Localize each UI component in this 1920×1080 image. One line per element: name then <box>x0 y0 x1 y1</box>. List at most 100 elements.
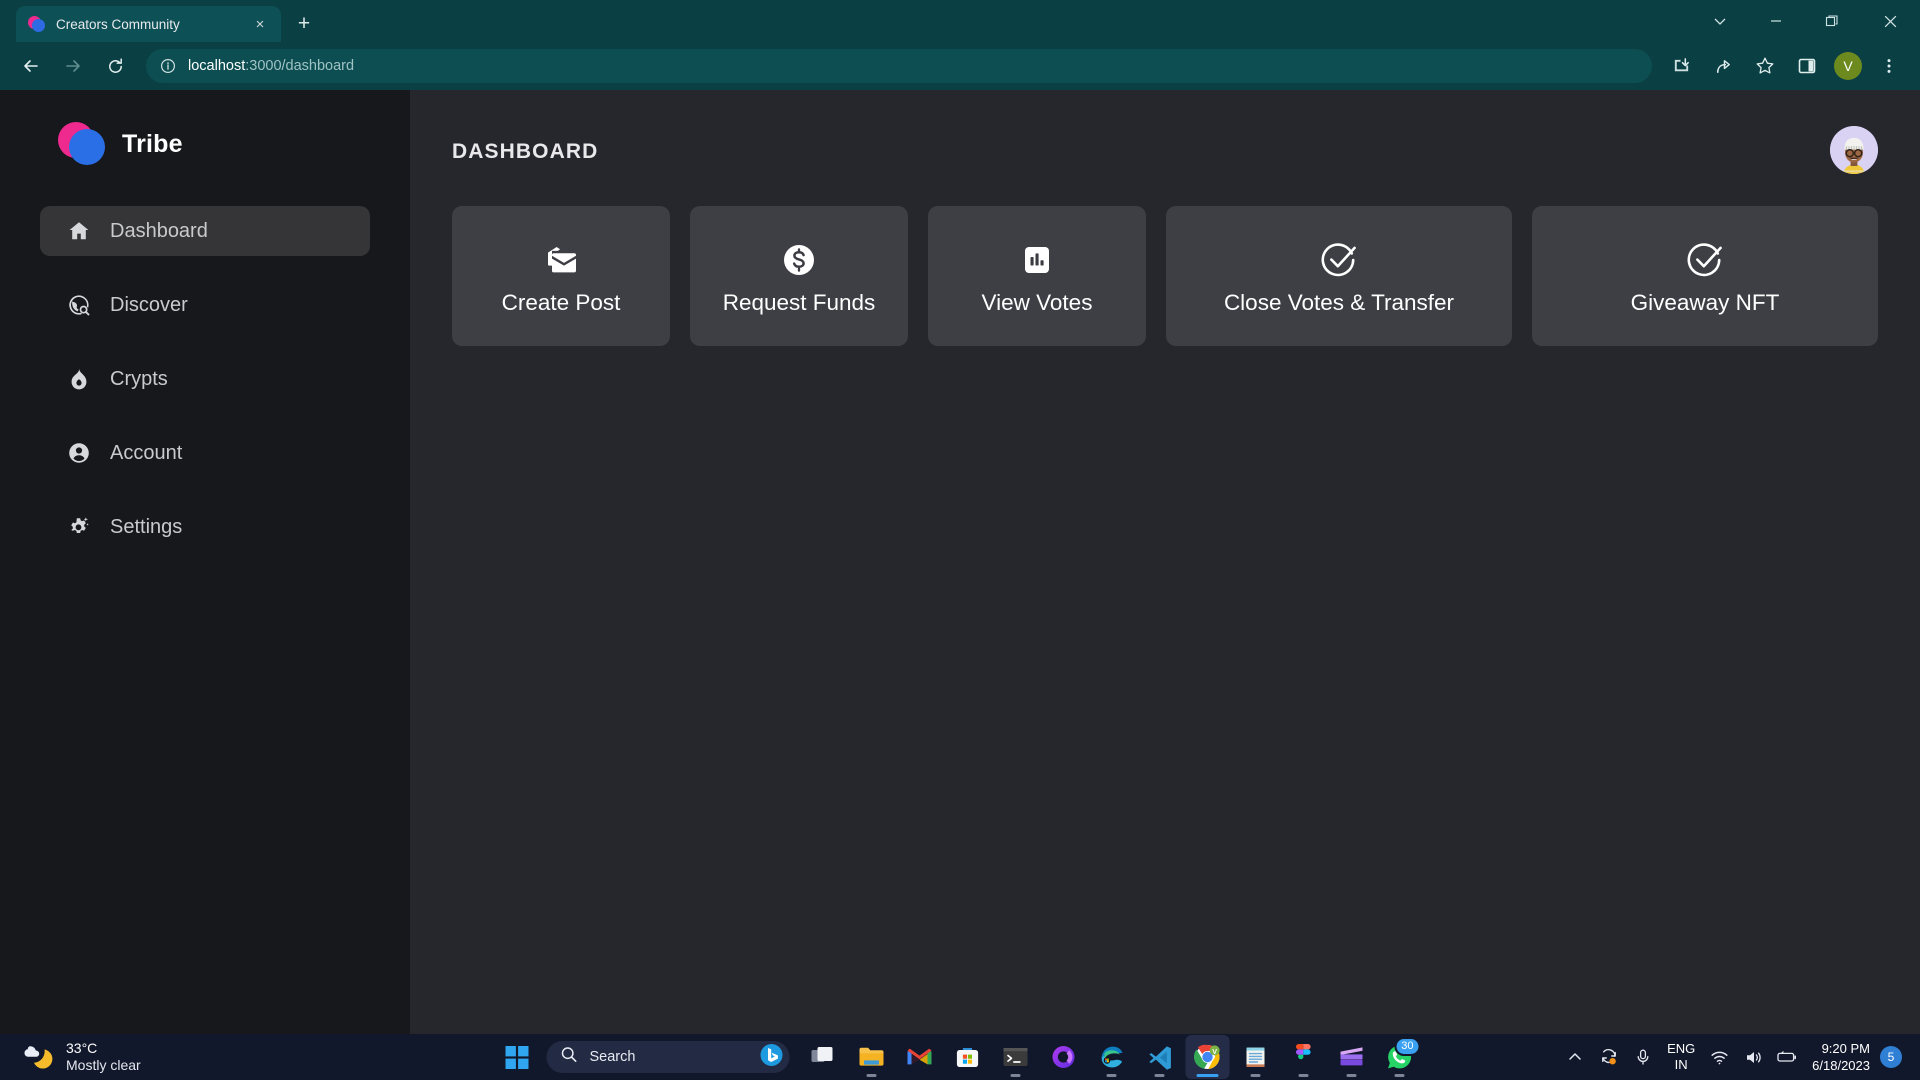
search-placeholder: Search <box>589 1049 636 1065</box>
app-sidebar: Tribe Dashboard Discover Crypts Account … <box>0 90 410 1034</box>
taskbar-app-task-view[interactable] <box>802 1035 846 1079</box>
language-indicator[interactable]: ENG IN <box>1660 1041 1702 1074</box>
weather-text: 33°C Mostly clear <box>66 1040 141 1073</box>
sync-icon[interactable] <box>1592 1040 1626 1074</box>
bar-chart-icon <box>1019 236 1055 284</box>
brand[interactable]: Tribe <box>0 122 410 166</box>
tribe-logo-icon <box>58 122 106 166</box>
taskbar-search[interactable]: Search <box>546 1041 790 1073</box>
weather-widget[interactable]: 33°C Mostly clear <box>0 1040 300 1075</box>
url-path: :3000/dashboard <box>245 58 355 74</box>
clock[interactable]: 9:20 PM 6/18/2023 <box>1812 1040 1870 1074</box>
close-icon[interactable] <box>1860 0 1920 42</box>
profile-avatar[interactable]: V <box>1834 52 1862 80</box>
sidebar-item-label: Crypts <box>110 367 168 390</box>
tab-search-chevron-icon[interactable] <box>1692 0 1748 42</box>
bing-icon[interactable] <box>760 1043 784 1072</box>
taskbar-app-microsoft-store[interactable] <box>946 1035 990 1079</box>
browser-window: Creators Community × + localhost:3000/da… <box>0 0 1920 1034</box>
clock-time: 9:20 PM <box>1821 1040 1870 1056</box>
info-icon[interactable] <box>160 58 176 74</box>
notification-badge[interactable]: 5 <box>1880 1046 1902 1068</box>
minimize-icon[interactable] <box>1748 0 1804 42</box>
bookmark-star-icon[interactable] <box>1748 49 1782 83</box>
check-circle-icon <box>1685 236 1725 284</box>
new-tab-button[interactable]: + <box>289 9 319 39</box>
sidebar-item-account[interactable]: Account <box>40 428 370 478</box>
sidebar-nav: Dashboard Discover Crypts Account Settin… <box>0 206 410 552</box>
card-label: View Votes <box>981 290 1093 315</box>
microphone-icon[interactable] <box>1626 1040 1660 1074</box>
weather-condition: Mostly clear <box>66 1057 141 1073</box>
taskbar-app-media-app[interactable] <box>1330 1035 1374 1079</box>
svg-text:V: V <box>1212 1047 1217 1056</box>
brand-name: Tribe <box>122 129 183 158</box>
language-code: ENG <box>1667 1040 1696 1056</box>
card-request-funds[interactable]: Request Funds <box>690 206 908 346</box>
user-avatar[interactable] <box>1830 126 1878 174</box>
sidebar-item-dashboard[interactable]: Dashboard <box>40 206 370 256</box>
card-giveaway-nft[interactable]: Giveaway NFT <box>1532 206 1878 346</box>
chevron-up-icon[interactable] <box>1558 1040 1592 1074</box>
volume-icon[interactable] <box>1736 1040 1770 1074</box>
taskbar-app-vs-code[interactable] <box>1138 1035 1182 1079</box>
flame-icon <box>66 366 92 392</box>
page-viewport: Tribe Dashboard Discover Crypts Account … <box>0 90 1920 1034</box>
back-icon[interactable] <box>14 49 48 83</box>
taskbar-app-file-explorer[interactable] <box>850 1035 894 1079</box>
sidebar-item-label: Discover <box>110 293 188 316</box>
sidebar-item-crypts[interactable]: Crypts <box>40 354 370 404</box>
restore-icon[interactable] <box>1804 0 1860 42</box>
dollar-coin-icon <box>780 236 818 284</box>
forward-icon[interactable] <box>56 49 90 83</box>
weather-temperature: 33°C <box>66 1040 98 1057</box>
taskbar-app-whatsapp[interactable]: 30 <box>1378 1035 1422 1079</box>
taskbar-app-microsoft-edge[interactable] <box>1090 1035 1134 1079</box>
taskbar-app-phone-link[interactable] <box>1042 1035 1086 1079</box>
tab-close-icon[interactable]: × <box>249 13 271 35</box>
home-icon <box>66 218 92 244</box>
sidebar-item-label: Account <box>110 441 183 464</box>
globe-search-icon <box>66 292 92 318</box>
region-code: IN <box>1674 1057 1688 1072</box>
card-create-post[interactable]: Create Post <box>452 206 670 346</box>
sidebar-item-settings[interactable]: Settings <box>40 502 370 552</box>
taskbar-app-terminal[interactable] <box>994 1035 1038 1079</box>
taskbar-app-notepad[interactable] <box>1234 1035 1278 1079</box>
browser-titlebar: Creators Community × + <box>0 0 1920 42</box>
card-close-votes-transfer[interactable]: Close Votes & Transfer <box>1166 206 1512 346</box>
more-menu-icon[interactable] <box>1872 49 1906 83</box>
clock-date: 6/18/2023 <box>1812 1058 1870 1073</box>
side-panel-icon[interactable] <box>1790 49 1824 83</box>
taskbar-app-google-chrome[interactable]: V <box>1185 1035 1230 1079</box>
windows-start-icon[interactable] <box>497 1037 537 1077</box>
install-app-icon[interactable] <box>1664 49 1698 83</box>
card-label: Close Votes & Transfer <box>1223 290 1455 315</box>
battery-icon[interactable] <box>1770 1040 1804 1074</box>
moon-cloud-icon <box>22 1040 54 1075</box>
reload-icon[interactable] <box>98 49 132 83</box>
taskbar-center: Search V 30 <box>497 1035 1424 1079</box>
taskbar-app-figma[interactable] <box>1282 1035 1326 1079</box>
window-controls <box>1692 0 1920 42</box>
wifi-icon[interactable] <box>1702 1040 1736 1074</box>
main-header: DASHBOARD <box>452 126 1878 174</box>
browser-tab[interactable]: Creators Community × <box>16 6 281 42</box>
system-tray: ENG IN 9:20 PM 6/18/2023 5 <box>1558 1034 1920 1080</box>
sidebar-item-discover[interactable]: Discover <box>40 280 370 330</box>
share-icon[interactable] <box>1706 49 1740 83</box>
windows-taskbar: 33°C Mostly clear Search V 30 ENG IN 9:2… <box>0 1034 1920 1080</box>
url-text: localhost:3000/dashboard <box>188 58 354 74</box>
toolbar-icons: V <box>1660 49 1910 83</box>
mail-stack-icon <box>541 236 581 284</box>
action-cards: Create Post Request Funds View Votes Clo… <box>452 206 1878 346</box>
card-label: Create Post <box>501 290 621 315</box>
user-circle-icon <box>66 440 92 466</box>
check-circle-icon <box>1319 236 1359 284</box>
address-bar[interactable]: localhost:3000/dashboard <box>146 49 1652 83</box>
tab-title: Creators Community <box>56 16 180 32</box>
main-content: DASHBOARD Create Post Request Funds View… <box>410 90 1920 1034</box>
taskbar-app-gmail[interactable] <box>898 1035 942 1079</box>
tab-favicon-tribe-logo-icon <box>28 15 46 33</box>
card-view-votes[interactable]: View Votes <box>928 206 1146 346</box>
